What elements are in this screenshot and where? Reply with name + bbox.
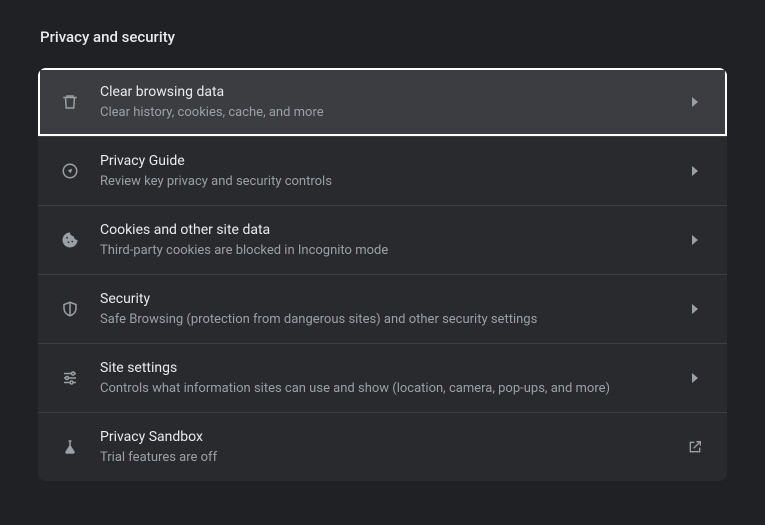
cookie-icon xyxy=(60,230,80,250)
row-desc: Trial features are off xyxy=(100,449,685,467)
tune-icon xyxy=(60,368,80,388)
chevron-right-icon xyxy=(685,161,705,181)
row-title: Clear browsing data xyxy=(100,82,685,102)
row-desc: Clear history, cookies, cache, and more xyxy=(100,104,685,122)
row-desc: Review key privacy and security controls xyxy=(100,173,685,191)
chevron-right-icon xyxy=(685,299,705,319)
row-title: Cookies and other site data xyxy=(100,220,685,240)
row-desc: Controls what information sites can use … xyxy=(100,380,685,398)
row-title: Privacy Guide xyxy=(100,151,685,171)
row-privacy-guide[interactable]: Privacy Guide Review key privacy and sec… xyxy=(38,136,727,205)
row-title: Site settings xyxy=(100,358,685,378)
row-site-settings[interactable]: Site settings Controls what information … xyxy=(38,343,727,412)
section-title: Privacy and security xyxy=(40,28,727,46)
chevron-right-icon xyxy=(685,92,705,112)
open-in-new-icon xyxy=(685,437,705,457)
compass-icon xyxy=(60,161,80,181)
shield-icon xyxy=(60,299,80,319)
row-desc: Third-party cookies are blocked in Incog… xyxy=(100,242,685,260)
flask-icon xyxy=(60,437,80,457)
trash-icon xyxy=(60,92,80,112)
row-clear-browsing-data[interactable]: Clear browsing data Clear history, cooki… xyxy=(38,68,727,136)
chevron-right-icon xyxy=(685,230,705,250)
chevron-right-icon xyxy=(685,368,705,388)
row-cookies[interactable]: Cookies and other site data Third-party … xyxy=(38,205,727,274)
row-desc: Safe Browsing (protection from dangerous… xyxy=(100,311,685,329)
row-title: Privacy Sandbox xyxy=(100,427,685,447)
row-privacy-sandbox[interactable]: Privacy Sandbox Trial features are off xyxy=(38,412,727,481)
privacy-card: Clear browsing data Clear history, cooki… xyxy=(38,68,727,481)
row-security[interactable]: Security Safe Browsing (protection from … xyxy=(38,274,727,343)
row-title: Security xyxy=(100,289,685,309)
